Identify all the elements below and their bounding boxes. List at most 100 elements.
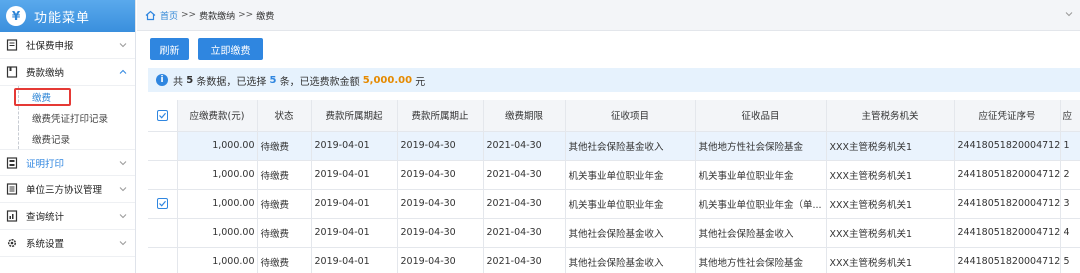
table-header-row: 应缴费款(元) 状态 费款所属期起 费款所属期止 缴费期限 征收项目 征收品目 …: [148, 100, 1080, 132]
cell-voucher: 244180518200047122: [954, 160, 1061, 190]
cell-project: 机关事业单位职业年金: [565, 160, 696, 190]
cell-project: 其他社会保险基金收入: [565, 131, 696, 161]
cell-last: 4: [1060, 218, 1080, 248]
print-doc-icon: [6, 156, 18, 169]
sidebar-item-payment[interactable]: 费款缴纳: [0, 59, 135, 86]
summary-prefix: 共: [173, 76, 183, 88]
breadcrumb-level2[interactable]: 费款缴纳: [199, 9, 235, 22]
sidebar-sub-records[interactable]: 缴费记录: [0, 128, 135, 149]
table-row[interactable]: 1,000.00 待缴费 2019-04-01 2019-04-30 2021-04-3…: [148, 218, 1080, 248]
cell-status: 待缴费: [257, 247, 312, 273]
cell-item: 其他地方性社会保险基金: [695, 247, 827, 273]
cell-last: 5: [1060, 247, 1080, 273]
summary-total: 5: [186, 74, 194, 86]
sidebar: ¥ 功能菜单 社保费申报 费款缴纳 缴费 缴费凭证打印记录 缴费记录 证明打印 …: [0, 0, 136, 273]
cell-end: 2019-04-30: [397, 247, 484, 273]
cell-item: 机关事业单位职业年金（单...: [695, 189, 827, 219]
cell-project: 其他社会保险基金收入: [565, 218, 696, 248]
table-row[interactable]: 1,000.00 待缴费 2019-04-01 2019-04-30 2021-04-3…: [148, 160, 1080, 190]
cell-last: 1: [1060, 131, 1080, 161]
refresh-button[interactable]: 刷新: [150, 38, 189, 60]
table-row[interactable]: 1,000.00 待缴费 2019-04-01 2019-04-30 2021-04-3…: [148, 131, 1080, 161]
table-row[interactable]: 1,000.00 待缴费 2019-04-01 2019-04-30 2021-04-3…: [148, 189, 1080, 219]
cell-amount: 1,000.00: [177, 160, 258, 190]
summary-selected: 5: [269, 74, 277, 86]
cell-start: 2019-04-01: [311, 131, 398, 161]
sidebar-item-query[interactable]: 查询统计: [0, 203, 135, 230]
cell-voucher: 244180518200047122: [954, 131, 1061, 161]
cell-start: 2019-04-01: [311, 189, 398, 219]
cell-end: 2019-04-30: [397, 160, 484, 190]
book-icon: [6, 66, 18, 78]
sidebar-item-label: 查询统计: [26, 212, 65, 223]
payment-table: 应缴费款(元) 状态 费款所属期起 费款所属期止 缴费期限 征收项目 征收品目 …: [148, 100, 1080, 273]
cell-status: 待缴费: [257, 189, 312, 219]
sidebar-title: 功能菜单: [34, 10, 91, 26]
chevron-down-icon: [119, 241, 127, 246]
cell-end: 2019-04-30: [397, 131, 484, 161]
cell-deadline: 2021-04-30: [483, 218, 566, 248]
col-header-end: 费款所属期止: [397, 100, 484, 132]
row-select-cell: [148, 131, 178, 161]
table-row[interactable]: 1,000.00 待缴费 2019-04-01 2019-04-30 2021-04-3…: [148, 247, 1080, 273]
cell-start: 2019-04-01: [311, 160, 398, 190]
cell-office: XXX主管税务机关1: [826, 247, 955, 273]
breadcrumb: 首页 >> 费款缴纳 >> 缴费: [137, 0, 1080, 31]
chevron-up-icon: [119, 69, 127, 74]
cell-status: 待缴费: [257, 218, 312, 248]
row-checkbox[interactable]: [156, 198, 168, 209]
breadcrumb-separator: >>: [181, 10, 197, 20]
cell-status: 待缴费: [257, 160, 312, 190]
cell-last: 3: [1060, 189, 1080, 219]
cell-office: XXX主管税务机关1: [826, 131, 955, 161]
info-icon: i: [156, 74, 168, 86]
yuan-logo-icon: ¥: [6, 6, 26, 26]
cell-last: 2: [1060, 160, 1080, 190]
sidebar-item-label: 社保费申报: [26, 41, 74, 52]
breadcrumb-home-link[interactable]: 首页: [160, 9, 178, 22]
cell-status: 待缴费: [257, 131, 312, 161]
chart-doc-icon: [6, 210, 18, 222]
red-highlight-box: [14, 88, 71, 106]
cell-item: 机关事业单位职业年金: [695, 160, 827, 190]
sidebar-item-tripartite[interactable]: 单位三方协议管理: [0, 176, 135, 203]
col-header-truncated: 应: [1060, 100, 1080, 132]
sidebar-sub-pay[interactable]: 缴费: [0, 86, 135, 107]
cell-office: XXX主管税务机关1: [826, 218, 955, 248]
sidebar-item-certificate[interactable]: 证明打印: [0, 149, 135, 176]
breadcrumb-current: 缴费: [256, 11, 275, 22]
breadcrumb-separator: >>: [238, 10, 254, 20]
toolbar: 刷新 立即缴费: [137, 31, 1080, 67]
cell-office: XXX主管税务机关1: [826, 189, 955, 219]
chevron-down-icon[interactable]: [1064, 9, 1074, 19]
row-select-cell: [148, 160, 178, 190]
gear-icon: [6, 237, 18, 249]
cell-item: 其他社会保险基金收入: [695, 218, 827, 248]
col-header-voucher: 应征凭证序号: [954, 100, 1061, 132]
cell-start: 2019-04-01: [311, 218, 398, 248]
col-header-status: 状态: [257, 100, 312, 132]
cell-deadline: 2021-04-30: [483, 160, 566, 190]
cell-voucher: 244180518200047122: [954, 218, 1061, 248]
row-select-cell[interactable]: [148, 189, 178, 219]
sidebar-item-label: 单位三方协议管理: [26, 185, 103, 196]
sidebar-header: ¥ 功能菜单: [0, 0, 135, 32]
doc-icon: [6, 39, 18, 51]
chevron-down-icon: [119, 214, 127, 219]
sidebar-item-settings[interactable]: 系统设置: [0, 230, 135, 257]
pay-now-button[interactable]: 立即缴费: [198, 38, 263, 60]
sidebar-item-label: 费款缴纳: [26, 68, 65, 79]
sidebar-sub-voucher-print[interactable]: 缴费凭证打印记录: [0, 107, 135, 128]
col-header-office: 主管税务机关: [826, 100, 955, 132]
sidebar-item-declaration[interactable]: 社保费申报: [0, 32, 135, 59]
cell-amount: 1,000.00: [177, 189, 258, 219]
sidebar-item-label: 证明打印: [26, 158, 65, 170]
select-all-checkbox[interactable]: [148, 100, 178, 132]
cell-amount: 1,000.00: [177, 218, 258, 248]
summary-mid2: 条，已选费款金额: [279, 76, 360, 88]
cell-project: 机关事业单位职业年金: [565, 189, 696, 219]
chevron-down-icon: [119, 187, 127, 192]
cell-item: 其他地方性社会保险基金: [695, 131, 827, 161]
row-select-cell: [148, 218, 178, 248]
cell-deadline: 2021-04-30: [483, 247, 566, 273]
